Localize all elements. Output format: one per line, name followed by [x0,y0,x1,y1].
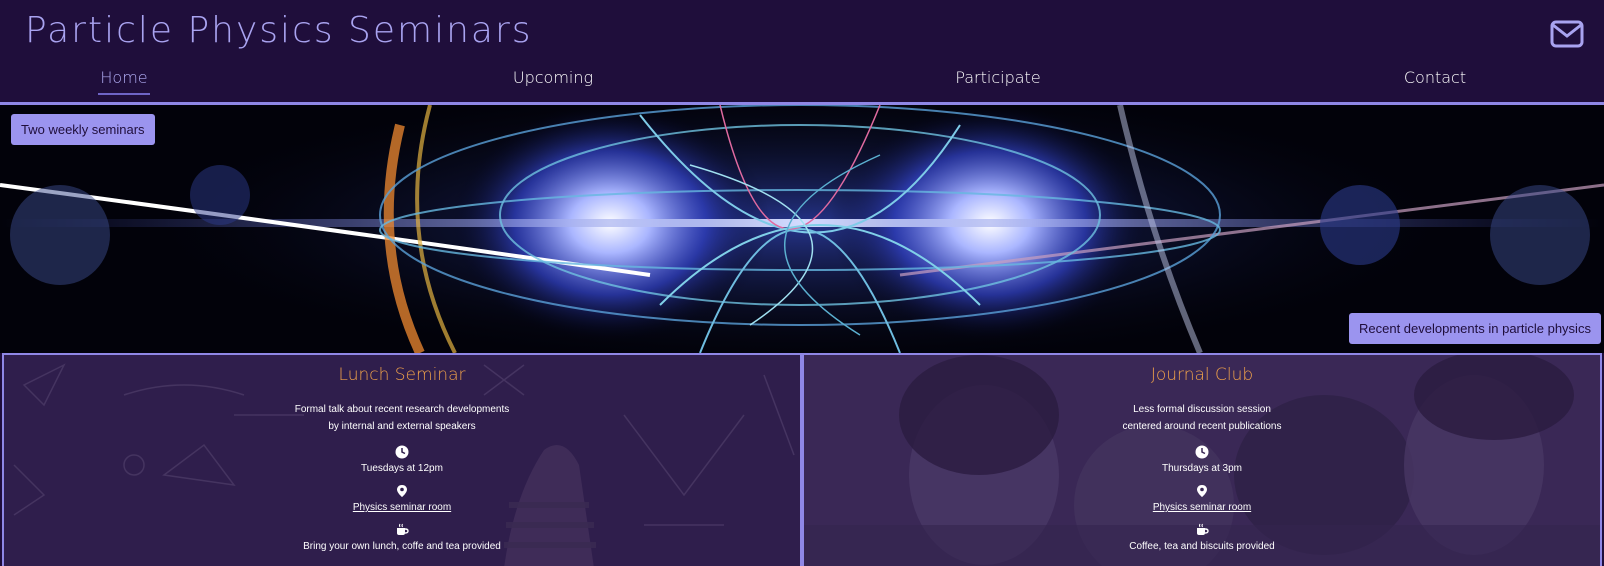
clock-icon [395,445,409,459]
nav-contact[interactable]: Contact [1398,68,1472,93]
tag-two-weekly-seminars: Two weekly seminars [11,114,155,145]
site-header: Particle Physics Seminars Home Upcoming … [0,0,1604,104]
tag-recent-developments: Recent developments in particle physics [1349,313,1601,344]
lunch-desc-line2: by internal and external speakers [328,421,476,432]
journal-catering: Coffee, tea and biscuits provided [1129,541,1275,552]
lunch-seminar-card: Lunch Seminar Formal talk about recent r… [2,353,802,566]
journal-location-link[interactable]: Physics seminar room [804,502,1600,513]
journal-club-card: Journal Club Less formal discussion sess… [802,353,1602,566]
journal-desc-line1: Less formal discussion session [1133,404,1271,415]
site-title: Particle Physics Seminars [25,10,533,51]
coffee-cup-icon [1197,523,1209,535]
envelope-icon[interactable] [1550,20,1584,48]
lunch-catering: Bring your own lunch, coffe and tea prov… [303,541,501,552]
main-nav: Home Upcoming Participate Contact [0,64,1604,100]
lunch-desc-line1: Formal talk about recent research develo… [294,404,510,415]
nav-participate[interactable]: Participate [950,68,1046,93]
journal-club-title: Journal Club [1150,365,1254,385]
nav-upcoming[interactable]: Upcoming [508,68,598,93]
nav-home[interactable]: Home [98,68,150,95]
map-pin-icon [1197,485,1207,497]
lunch-time: Tuesdays at 12pm [361,463,443,474]
lunch-seminar-title: Lunch Seminar [338,365,466,385]
lunch-location-link[interactable]: Physics seminar room [4,502,800,513]
clock-icon [1195,445,1209,459]
map-pin-icon [397,485,407,497]
coffee-cup-icon [397,523,409,535]
journal-time: Thursdays at 3pm [1161,463,1243,474]
journal-desc-line2: centered around recent publications [1122,421,1282,432]
